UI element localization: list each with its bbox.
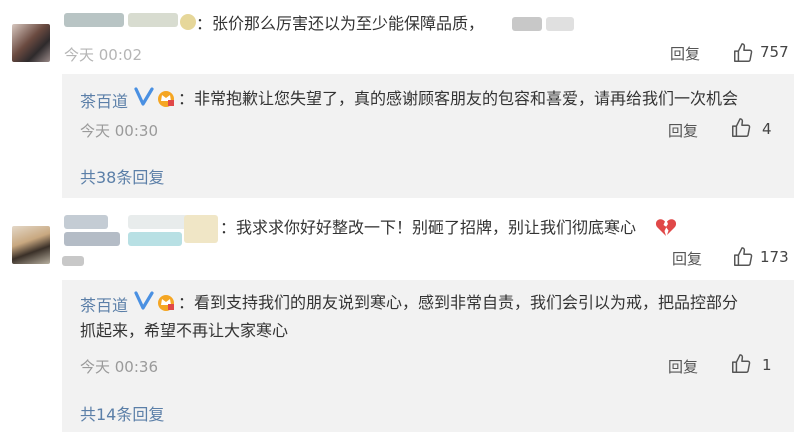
more-replies-link[interactable]: 共38条回复 [80,164,164,188]
more-replies-link[interactable]: 共14条回复 [80,401,164,425]
reply-button[interactable]: 回复 [670,43,700,64]
timestamp: 今天 00:02 [64,46,142,64]
reply-username[interactable]: 茶百道 [80,292,128,316]
reply-username[interactable]: 茶百道 [80,88,128,112]
avatar[interactable] [12,226,50,264]
like-count: 173 [760,248,789,266]
crown-badge-icon [158,295,174,311]
timestamp-blur-overlay [60,34,140,46]
reply-button[interactable]: 回复 [668,356,698,377]
reply-button[interactable]: 回复 [668,120,698,141]
reply-text-line-2: 抓起来，希望不再让大家寒心 [80,321,289,340]
like-count: 4 [762,120,772,138]
avatar[interactable] [12,24,50,62]
reply-text: ：非常抱歉让您失望了，真的感谢顾客朋友的包容和喜爱，请再给我们一次机会 [178,89,739,108]
comment-text: ：张价那么厉害还以为至少能保障品质， [196,14,485,33]
like-count: 1 [762,356,772,374]
thumbs-up-icon[interactable] [730,117,752,139]
verified-v-icon [134,291,154,310]
reply-text-line-1: ：看到支持我们的朋友说到寒心，感到非常自责，我们会引以为戒，把品控部分 [178,293,739,312]
thumbs-up-icon[interactable] [732,246,754,268]
comment-text: ：我求求你好好整改一下！别砸了招牌，别让我们彻底寒心 [220,218,637,237]
crown-badge-icon [158,91,174,107]
reply-button[interactable]: 回复 [672,248,702,269]
verified-v-icon [134,87,154,106]
like-count: 757 [760,43,789,61]
thumbs-up-icon[interactable] [730,353,752,375]
reply-timestamp: 今天 00:36 [80,358,158,376]
reply-timestamp: 今天 00:30 [80,122,158,140]
thumbs-up-icon[interactable] [732,42,754,64]
broken-heart-emoji [655,219,677,236]
